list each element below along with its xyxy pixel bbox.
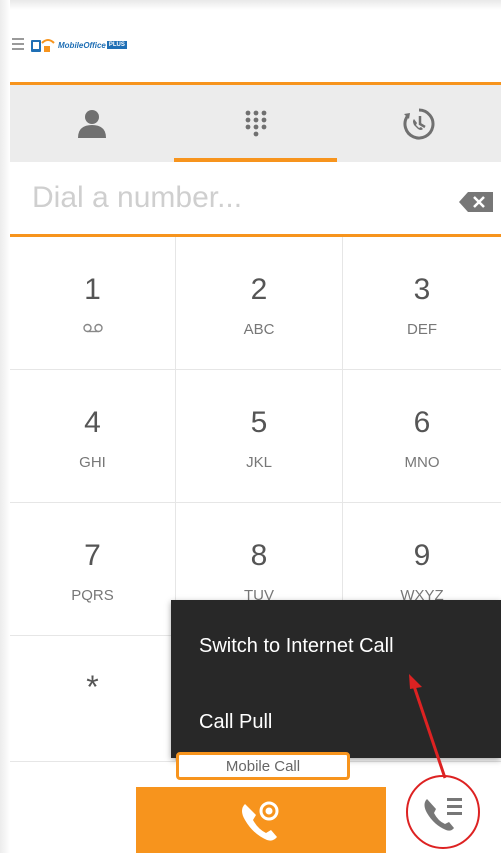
phone-menu-icon: [424, 798, 462, 831]
contact-icon: [77, 109, 106, 138]
menu-item-call-pull[interactable]: Call Pull: [199, 711, 272, 734]
key-3[interactable]: 3 DEF: [343, 237, 501, 370]
key-letters: ABC: [243, 321, 275, 338]
call-button[interactable]: [136, 787, 386, 853]
logo-text: MobileOffice: [58, 40, 106, 50]
key-digit: 1: [84, 273, 101, 306]
key-7[interactable]: 7 PQRS: [10, 503, 176, 636]
voicemail-icon: [83, 323, 103, 333]
app-header: MobileOffice PLUS: [10, 10, 501, 82]
key-1[interactable]: 1: [10, 237, 176, 370]
key-5[interactable]: 5 JKL: [176, 370, 343, 503]
dialpad-icon: [245, 110, 266, 136]
phone-call-icon: [242, 801, 279, 841]
call-type-label: Mobile Call: [176, 752, 350, 780]
menu-icon[interactable]: [12, 38, 24, 50]
tab-history[interactable]: [337, 85, 501, 162]
logo-plus-badge: PLUS: [106, 41, 127, 49]
key-letters: GHI: [79, 454, 106, 471]
key-digit: 6: [413, 406, 431, 439]
tab-bar: [10, 85, 501, 162]
dial-number-input[interactable]: [32, 176, 432, 220]
key-letters: MNO: [404, 454, 440, 471]
tab-dialpad[interactable]: [173, 85, 338, 162]
logo-icon: [31, 39, 55, 52]
call-options-button[interactable]: [406, 775, 480, 849]
key-digit: *: [86, 669, 99, 705]
key-4[interactable]: 4 GHI: [10, 370, 176, 503]
history-icon: [403, 108, 435, 139]
key-star[interactable]: *: [10, 636, 176, 762]
key-6[interactable]: 6 MNO: [343, 370, 501, 503]
key-letters: DEF: [407, 321, 437, 338]
call-options-menu: Switch to Internet Call Call Pull: [171, 600, 501, 758]
backspace-icon[interactable]: [458, 191, 494, 213]
key-digit: 4: [84, 406, 101, 439]
key-digit: 7: [84, 539, 101, 572]
tab-contacts[interactable]: [10, 85, 174, 162]
dial-row: [10, 162, 501, 236]
key-2[interactable]: 2 ABC: [176, 237, 343, 370]
key-digit: 9: [413, 539, 431, 572]
key-digit: 5: [250, 406, 268, 439]
menu-item-switch-to-internet-call[interactable]: Switch to Internet Call: [199, 635, 394, 658]
dialer-screen: MobileOffice PLUS Dial a number... 1 2 A…: [10, 10, 501, 853]
key-digit: 2: [250, 273, 268, 306]
app-logo: MobileOffice PLUS: [30, 36, 127, 54]
key-letters: PQRS: [71, 587, 114, 604]
key-digit: 8: [250, 539, 268, 572]
key-digit: 3: [413, 273, 431, 306]
key-letters: JKL: [246, 454, 272, 471]
